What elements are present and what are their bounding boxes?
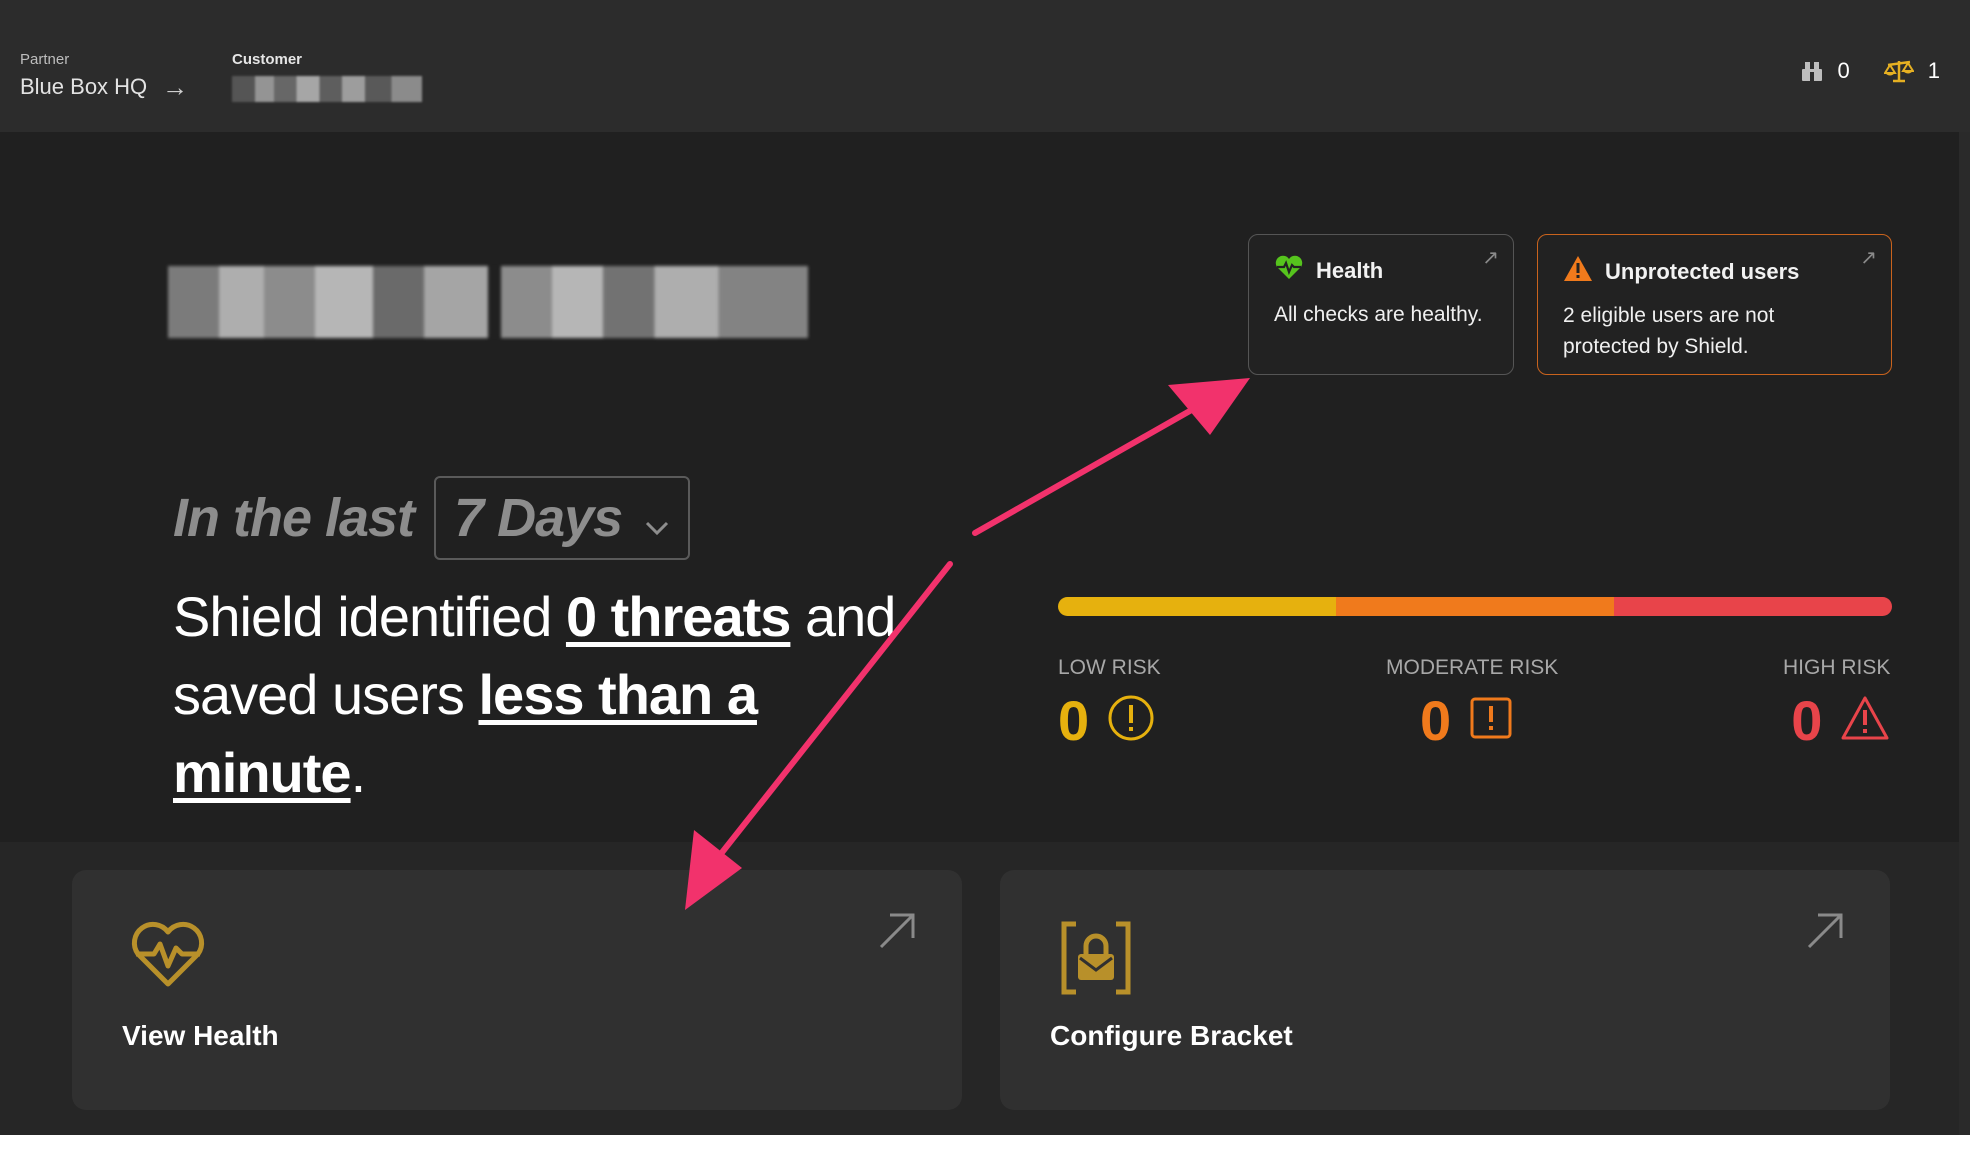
heart-pulse-icon bbox=[130, 920, 206, 995]
high-risk-count: 0 bbox=[1791, 689, 1823, 752]
risk-gradient-bar bbox=[1058, 597, 1892, 616]
summary-part3: . bbox=[350, 741, 367, 804]
arrow-right-icon: → bbox=[162, 72, 188, 102]
unprotected-card-title: Unprotected users bbox=[1605, 258, 1800, 284]
high-risk-group[interactable]: HIGH RISK 0 bbox=[1783, 656, 1890, 753]
health-card-text: All checks are healthy. bbox=[1274, 303, 1483, 326]
unprotected-card-text: 2 eligible users are not protected by Sh… bbox=[1563, 304, 1775, 358]
moderate-risk-group[interactable]: MODERATE RISK 0 bbox=[1386, 656, 1558, 753]
building-blocks-icon bbox=[1800, 59, 1824, 83]
unprotected-users-card[interactable]: Unprotected users 2 eligible users are n… bbox=[1537, 234, 1892, 375]
app-root: Partner Blue Box HQ → Customer 0 1 Healt… bbox=[0, 0, 1970, 1135]
devices-count: 0 bbox=[1837, 58, 1850, 83]
view-health-card[interactable]: View Health bbox=[72, 870, 962, 1110]
warning-triangle-icon bbox=[1840, 695, 1890, 746]
top-bar: Partner Blue Box HQ → Customer 0 1 bbox=[0, 0, 1970, 132]
warning-triangle-icon bbox=[1563, 255, 1593, 288]
partner-label: Partner bbox=[20, 51, 70, 68]
risk-bar-high bbox=[1614, 597, 1892, 616]
lock-frame-icon bbox=[1058, 920, 1134, 1001]
chevron-down-icon bbox=[644, 487, 670, 549]
info-circle-icon bbox=[1107, 694, 1155, 747]
summary-part1: Shield identified bbox=[173, 585, 566, 648]
customer-label: Customer bbox=[232, 51, 303, 68]
heartbeat-icon bbox=[1274, 255, 1304, 287]
threats-link[interactable]: 0 threats bbox=[566, 585, 791, 648]
period-selected-value: 7 Days bbox=[454, 488, 623, 548]
external-arrow-icon: ↗ bbox=[1482, 247, 1499, 269]
summary-sentence: Shield identified 0 threats and saved us… bbox=[173, 578, 933, 812]
period-select[interactable]: 7 Days bbox=[434, 476, 691, 560]
external-arrow-icon bbox=[1806, 912, 1844, 955]
low-risk-label: LOW RISK bbox=[1058, 656, 1161, 679]
risk-bar-low bbox=[1058, 597, 1336, 616]
period-row: In the last 7 Days bbox=[173, 476, 691, 560]
external-arrow-icon bbox=[878, 912, 916, 955]
health-card-title: Health bbox=[1316, 258, 1384, 283]
policies-stat[interactable]: 1 bbox=[1883, 58, 1940, 84]
moderate-risk-count: 0 bbox=[1420, 689, 1452, 752]
top-stats: 0 1 bbox=[1800, 58, 1940, 84]
low-risk-count: 0 bbox=[1058, 689, 1090, 752]
customer-title-redacted bbox=[168, 266, 808, 338]
scales-icon bbox=[1883, 58, 1914, 84]
risk-bar-moderate bbox=[1336, 597, 1614, 616]
health-status-card[interactable]: Health All checks are healthy. ↗ bbox=[1248, 234, 1514, 375]
period-prefix: In the last bbox=[173, 488, 415, 548]
alert-square-icon bbox=[1469, 696, 1513, 745]
partner-link[interactable]: Blue Box HQ bbox=[20, 74, 147, 100]
devices-stat[interactable]: 0 bbox=[1800, 58, 1850, 84]
configure-bracket-card[interactable]: Configure Bracket bbox=[1000, 870, 1890, 1110]
external-arrow-icon: ↗ bbox=[1860, 247, 1877, 269]
moderate-risk-label: MODERATE RISK bbox=[1386, 656, 1559, 679]
policies-count: 1 bbox=[1927, 58, 1940, 83]
scrollbar[interactable] bbox=[1959, 0, 1970, 1135]
low-risk-group[interactable]: LOW RISK 0 bbox=[1058, 656, 1161, 753]
customer-name-redacted[interactable] bbox=[232, 76, 422, 102]
view-health-label: View Health bbox=[122, 1020, 279, 1051]
configure-bracket-label: Configure Bracket bbox=[1050, 1020, 1293, 1051]
high-risk-label: HIGH RISK bbox=[1783, 656, 1891, 679]
